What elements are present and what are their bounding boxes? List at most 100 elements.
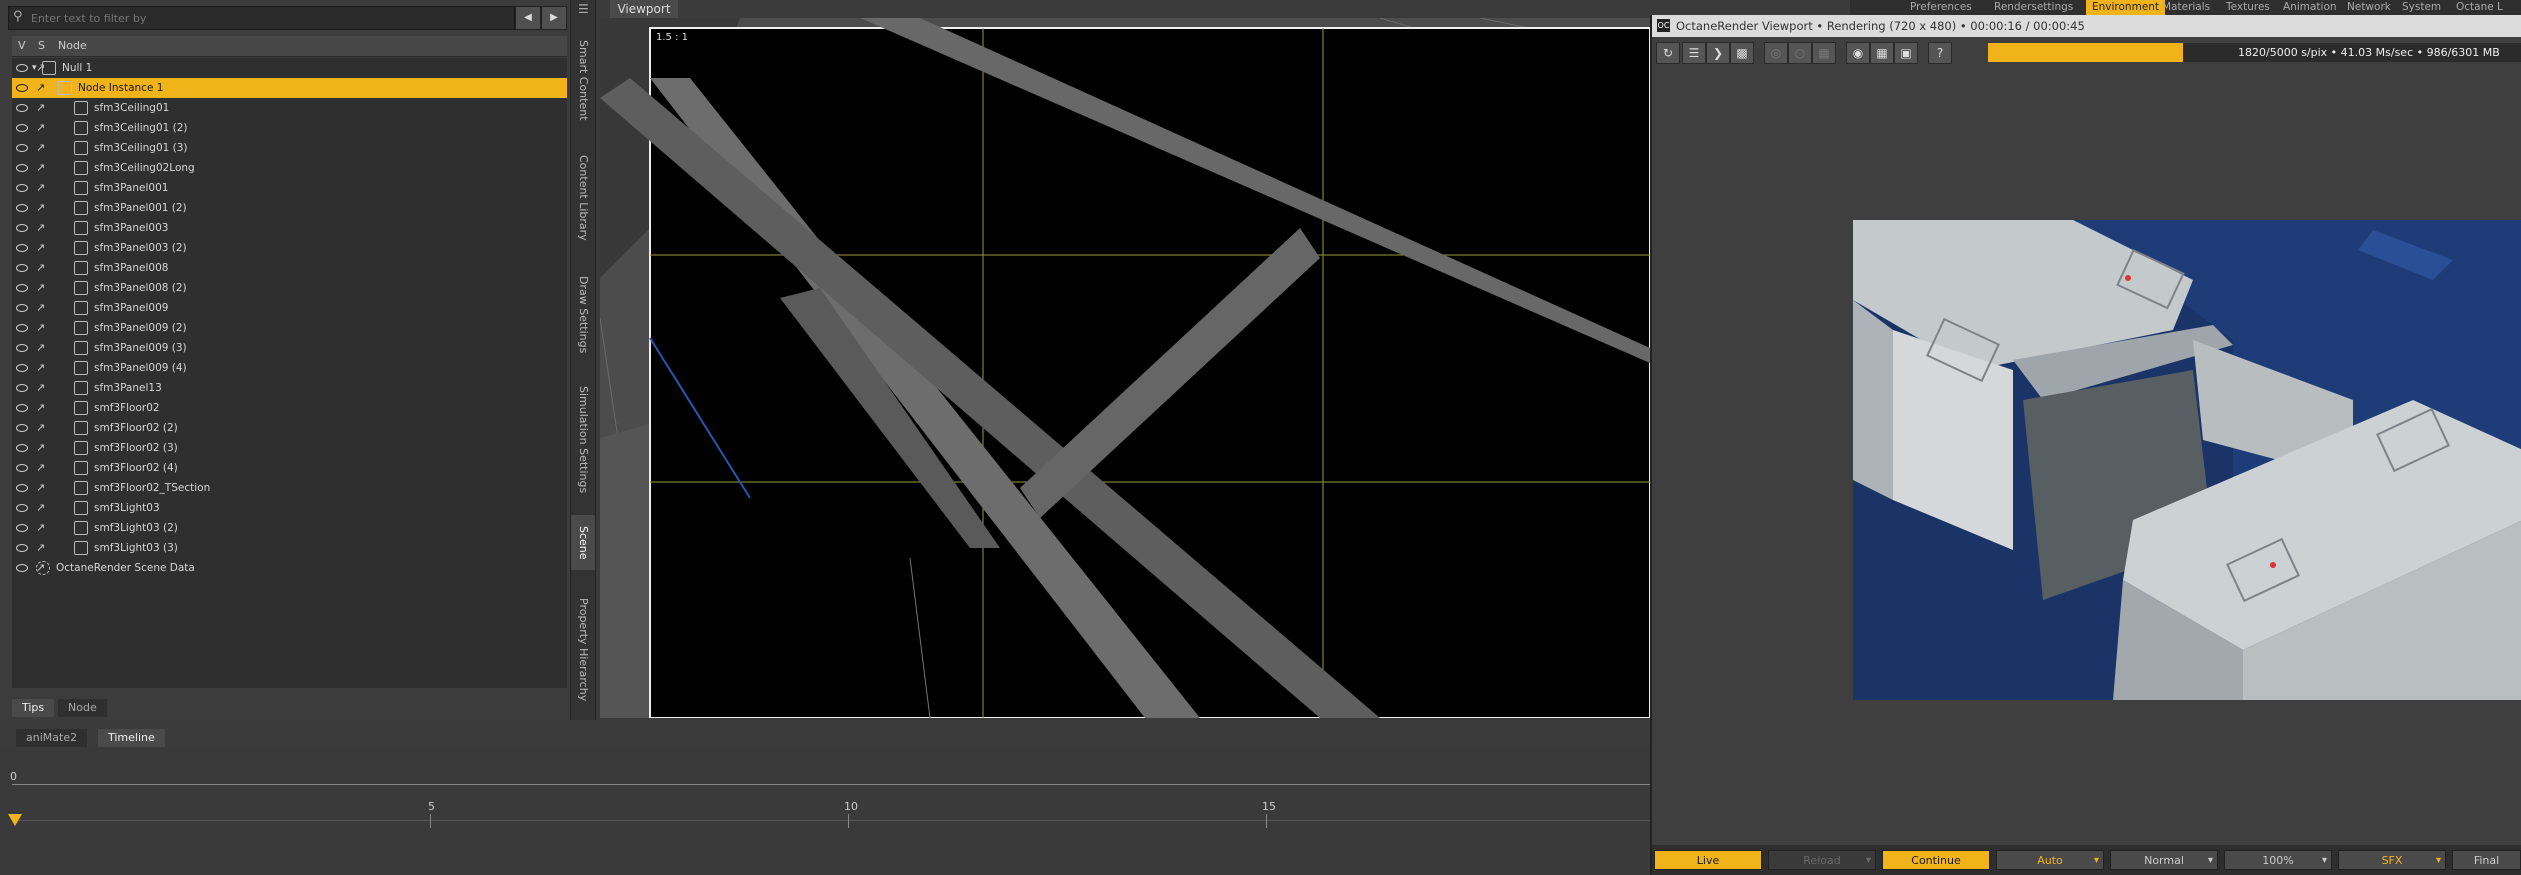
tab-animation[interactable]: Animation [2277, 0, 2343, 15]
image-icon[interactable]: ▣ [1894, 42, 1918, 64]
selectable-cursor-icon[interactable]: ↗ [36, 221, 50, 235]
filter-input[interactable] [31, 7, 511, 29]
visibility-eye-icon[interactable] [16, 504, 28, 512]
normal-dropdown[interactable]: Normal [2110, 850, 2218, 871]
viewport-menu-icon[interactable]: ☰ [578, 2, 589, 16]
tree-row[interactable]: ↗ sfm3Ceiling01 (3) [12, 138, 567, 158]
grid-split-icon[interactable]: ▦ [1812, 42, 1836, 64]
tree-row[interactable]: ↗ smf3Floor02 (2) [12, 418, 567, 438]
tab-environment[interactable]: Environment [2086, 0, 2166, 15]
auto-dropdown[interactable]: Auto [1996, 850, 2104, 871]
selectable-cursor-icon[interactable]: ↗ [36, 441, 50, 455]
tree-row[interactable]: ↗ sfm3Panel008 (2) [12, 278, 567, 298]
selectable-cursor-icon[interactable]: ↗ [36, 201, 50, 215]
tree-row[interactable]: ↗ smf3Floor02 (4) [12, 458, 567, 478]
tree-row[interactable]: ↗ sfm3Panel008 [12, 258, 567, 278]
tree-row[interactable]: ↗ smf3Floor02 (3) [12, 438, 567, 458]
selectable-cursor-icon[interactable]: ↗ [36, 401, 50, 415]
tree-row[interactable]: ↗ ▾ Null 1 [12, 58, 567, 78]
selectable-cursor-icon[interactable]: ↗ [36, 541, 50, 555]
list-icon[interactable]: ☰ [1682, 42, 1706, 64]
selectable-cursor-icon[interactable]: ↗ [36, 81, 50, 95]
tree-row[interactable]: ↗ sfm3Panel003 [12, 218, 567, 238]
forward-icon[interactable]: ❯ [1706, 42, 1730, 64]
tab-rendersettings[interactable]: Rendersettings [1988, 0, 2079, 15]
final-button[interactable]: Final [2452, 850, 2521, 870]
visibility-eye-icon[interactable] [16, 524, 28, 532]
selectable-cursor-icon[interactable]: ↗ [36, 281, 50, 295]
tree-row[interactable]: ↗ smf3Floor02_TSection [12, 478, 567, 498]
selectable-cursor-icon[interactable]: ↗ [36, 141, 50, 155]
grid-icon[interactable]: ▦ [1870, 42, 1894, 64]
tree-row[interactable]: ↗ sfm3Panel009 (2) [12, 318, 567, 338]
help-icon[interactable]: ? [1928, 42, 1952, 64]
visibility-eye-icon[interactable] [16, 304, 28, 312]
header-visible[interactable]: V [18, 36, 26, 56]
tree-row[interactable]: ↗ sfm3Ceiling01 (2) [12, 118, 567, 138]
visibility-eye-icon[interactable] [16, 404, 28, 412]
record-icon[interactable]: ◉ [1846, 42, 1870, 64]
tab-smart-content[interactable]: Smart Content [571, 30, 595, 130]
visibility-eye-icon[interactable] [16, 424, 28, 432]
tree-row[interactable]: ↗ sfm3Panel009 (4) [12, 358, 567, 378]
selectable-cursor-icon[interactable]: ↗ [36, 301, 50, 315]
selectable-cursor-icon[interactable]: ↗ [36, 121, 50, 135]
tab-animate2[interactable]: aniMate2 [16, 729, 88, 747]
visibility-eye-icon[interactable] [16, 244, 28, 252]
selectable-cursor-icon[interactable]: ↗ [36, 341, 50, 355]
visibility-eye-icon[interactable] [16, 144, 28, 152]
tab-scene[interactable]: Scene [571, 515, 595, 570]
tab-content-library[interactable]: Content Library [571, 148, 595, 248]
expand-arrow-icon[interactable]: ▾ [32, 58, 37, 78]
visibility-eye-icon[interactable] [16, 204, 28, 212]
tab-viewport[interactable]: Viewport [610, 0, 678, 18]
visibility-eye-icon[interactable] [16, 484, 28, 492]
selectable-cursor-icon[interactable]: ↗ [36, 521, 50, 535]
selectable-cursor-icon[interactable]: ↗ [36, 321, 50, 335]
visibility-eye-icon[interactable] [16, 324, 28, 332]
tab-timeline[interactable]: Timeline [98, 729, 165, 747]
visibility-eye-icon[interactable] [16, 384, 28, 392]
tab-octane-live[interactable]: Octane L [2450, 0, 2509, 15]
pick-white-icon[interactable]: ○ [1788, 42, 1812, 64]
zoom-dropdown[interactable]: 100% [2224, 850, 2332, 871]
tree-row[interactable]: ↗ sfm3Panel003 (2) [12, 238, 567, 258]
tree-row[interactable]: ↗ sfm3Ceiling01 [12, 98, 567, 118]
tree-row[interactable]: ↗ sfm3Ceiling02Long [12, 158, 567, 178]
visibility-eye-icon[interactable] [16, 544, 28, 552]
selectable-cursor-icon[interactable]: ↗ [36, 381, 50, 395]
visibility-eye-icon[interactable] [16, 84, 28, 92]
visibility-eye-icon[interactable] [16, 104, 28, 112]
tree-row[interactable]: ↗ Node Instance 1 [12, 78, 567, 98]
tab-tips[interactable]: Tips [12, 699, 55, 717]
tab-materials[interactable]: Materials [2156, 0, 2216, 15]
tree-row[interactable]: ↗ sfm3Panel001 [12, 178, 567, 198]
tree-row[interactable]: ↗ smf3Light03 (2) [12, 518, 567, 538]
tab-draw-settings[interactable]: Draw Settings [571, 265, 595, 365]
tab-textures[interactable]: Textures [2220, 0, 2276, 15]
reload-button[interactable]: Reload [1768, 850, 1876, 871]
tab-simulation-settings[interactable]: Simulation Settings [571, 380, 595, 500]
selectable-cursor-icon[interactable]: ↗ [36, 481, 50, 495]
header-node[interactable]: Node [58, 36, 87, 56]
visibility-eye-icon[interactable] [16, 344, 28, 352]
tree-row[interactable]: ↗ sfm3Panel13 [12, 378, 567, 398]
pick-focus-icon[interactable]: ◎ [1764, 42, 1788, 64]
tree-row[interactable]: ↗ smf3Floor02 [12, 398, 567, 418]
tab-network[interactable]: Network [2341, 0, 2397, 15]
selectable-cursor-icon[interactable]: ↗ [36, 261, 50, 275]
visibility-eye-icon[interactable] [16, 464, 28, 472]
live-button[interactable]: Live [1654, 850, 1762, 870]
tree-row[interactable]: ↗ sfm3Panel001 (2) [12, 198, 567, 218]
timeline[interactable]: 0 5 10 15 [0, 748, 1650, 875]
visibility-eye-icon[interactable] [16, 164, 28, 172]
visibility-eye-icon[interactable] [16, 284, 28, 292]
region-icon[interactable]: ▩ [1730, 42, 1754, 64]
render-preview-image[interactable] [1853, 220, 2521, 700]
tree-row[interactable]: ↗ smf3Light03 [12, 498, 567, 518]
tree-row[interactable]: ↗ sfm3Panel009 (3) [12, 338, 567, 358]
tree-row[interactable]: ↗ OctaneRender Scene Data [12, 558, 567, 578]
visibility-eye-icon[interactable] [16, 64, 28, 72]
tab-node[interactable]: Node [58, 699, 107, 717]
selectable-cursor-icon[interactable]: ↗ [36, 501, 50, 515]
